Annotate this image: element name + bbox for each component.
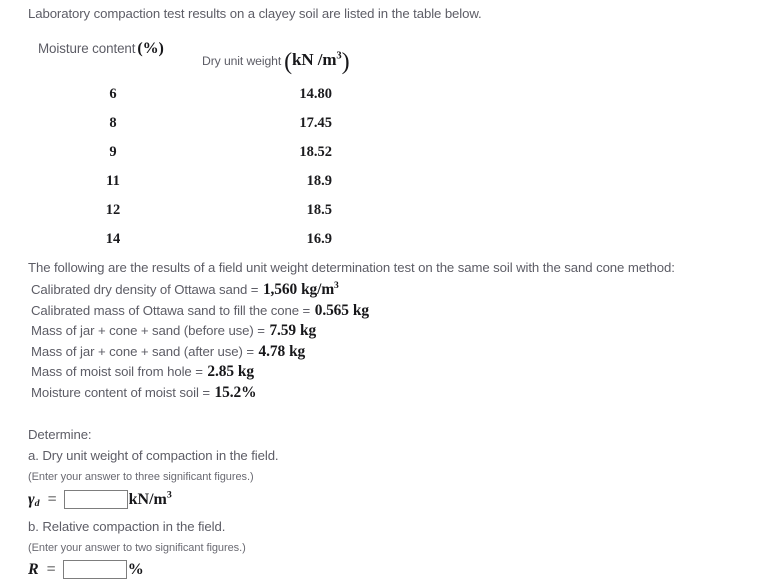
- given-label: Mass of jar + cone + sand (before use) =: [31, 323, 265, 338]
- gamma-d-symbol: γd: [28, 491, 40, 509]
- given-value-unit-exponent: 3: [334, 279, 339, 291]
- gamma-glyph: γ: [28, 490, 35, 508]
- given-label: Mass of moist soil from hole =: [31, 364, 203, 379]
- part-b-hint: (Enter your answer to two significant fi…: [28, 542, 246, 554]
- column-header-moisture-content: Moisture content (%): [38, 40, 164, 58]
- determine-label: Determine:: [28, 427, 92, 442]
- given-value-unit: kg: [289, 342, 306, 360]
- cell-dry-unit-weight: 16.9: [306, 231, 332, 247]
- given-value-unit: kg: [237, 363, 254, 380]
- paren-open: (: [284, 49, 293, 75]
- cell-moisture-content: 11: [106, 173, 120, 189]
- paren-close: ): [341, 49, 350, 75]
- table-row: 14 16.9: [0, 231, 420, 260]
- given-value: 7.59 kg: [269, 322, 316, 339]
- table-row: 6 14.80: [0, 86, 420, 115]
- given-value-number: 4.78: [258, 342, 286, 360]
- given-label: Calibrated mass of Ottawa sand to fill t…: [31, 302, 311, 318]
- given-value: 1,560 kg/m3: [263, 281, 339, 298]
- given-label: Moisture content of moist soil =: [31, 384, 210, 400]
- moisture-header-unit: (%): [137, 40, 164, 57]
- equals-sign-a: =: [47, 490, 57, 508]
- relative-compaction-answer-input[interactable]: [62, 560, 127, 579]
- part-a-question: a. Dry unit weight of compaction in the …: [28, 448, 279, 463]
- equals-sign-b: =: [46, 560, 56, 578]
- unit-percent: %: [127, 560, 144, 578]
- cell-moisture-content: 8: [109, 115, 117, 131]
- unit-a-text: kN/m: [128, 490, 167, 508]
- given-value-number: 15.2%: [214, 383, 257, 401]
- dry-header-label: Dry unit weight: [202, 54, 282, 69]
- given-value: 0.565 kg: [315, 302, 369, 319]
- cell-dry-unit-weight: 18.52: [299, 144, 332, 160]
- intro-sentence: Laboratory compaction test results on a …: [28, 6, 482, 21]
- question-page: Laboratory compaction test results on a …: [0, 0, 784, 587]
- unit-kn-per-m3: kN/m3: [128, 489, 172, 509]
- column-header-dry-unit-weight: Dry unit weight (kN /m3): [202, 49, 350, 76]
- cell-dry-unit-weight: 14.80: [299, 86, 332, 102]
- table-row: 11 18.9: [0, 173, 420, 202]
- unit-a-exponent: 3: [166, 489, 172, 501]
- cell-moisture-content: 9: [109, 144, 117, 160]
- field-test-intro: The following are the results of a field…: [28, 260, 675, 275]
- given-data-line: Moisture content of moist soil = 15.2%: [0, 384, 369, 405]
- given-value-unit: kg: [352, 301, 369, 319]
- table-row: 12 18.5: [0, 202, 420, 231]
- part-a-hint: (Enter your answer to three significant …: [28, 471, 254, 483]
- cell-dry-unit-weight: 18.9: [306, 173, 332, 189]
- cell-dry-unit-weight: 18.5: [306, 202, 332, 218]
- dry-unit-weight-answer-input[interactable]: [63, 490, 128, 509]
- gamma-subscript: d: [34, 497, 40, 509]
- answer-row-a: γd = kN/m3: [28, 490, 172, 509]
- part-b-question: b. Relative compaction in the field.: [28, 519, 226, 534]
- moisture-header-label: Moisture content: [38, 41, 136, 56]
- given-value: 4.78 kg: [259, 343, 306, 360]
- given-value: 15.2%: [215, 384, 261, 401]
- cell-moisture-content: 14: [105, 231, 121, 247]
- answer-row-b: R = %: [28, 560, 144, 579]
- compaction-results-table: Moisture content (%) Dry unit weight (kN /…: [0, 38, 420, 247]
- given-data-line: Mass of jar + cone + sand (before use) =…: [0, 322, 369, 343]
- table-row: 9 18.52: [0, 144, 420, 173]
- cell-moisture-content: 6: [109, 86, 117, 102]
- given-value: 2.85 kg: [207, 363, 254, 380]
- given-data-line: Mass of moist soil from hole = 2.85 kg: [0, 363, 369, 384]
- given-value-number: 0.565: [314, 301, 349, 319]
- given-value-unit: kg/m: [301, 281, 335, 298]
- table-body: 6 14.80 8 17.45 9 18.52 11 18.9 12 18.5 14 16.9: [0, 86, 420, 260]
- table-row: 8 17.45: [0, 115, 420, 144]
- given-value-unit: kg: [300, 322, 317, 339]
- table-header-row: Moisture content (%) Dry unit weight (kN /…: [0, 38, 420, 75]
- r-symbol: R: [28, 560, 39, 578]
- given-value-number: 7.59: [269, 322, 296, 339]
- cell-dry-unit-weight: 17.45: [299, 115, 332, 131]
- given-data-line: Mass of jar + cone + sand (after use) = …: [0, 343, 369, 364]
- given-label: Mass of jar + cone + sand (after use) =: [31, 343, 254, 359]
- cell-moisture-content: 12: [105, 202, 121, 218]
- given-data-line: Calibrated mass of Ottawa sand to fill t…: [0, 302, 369, 323]
- given-label: Calibrated dry density of Ottawa sand =: [31, 282, 259, 297]
- given-data-line: Calibrated dry density of Ottawa sand = …: [0, 281, 369, 302]
- given-value-number: 1,560: [262, 281, 298, 298]
- dry-header-unit: (kN /m3): [284, 49, 349, 75]
- dry-unit-text: kN /m: [292, 50, 337, 70]
- given-value-number: 2.85: [207, 363, 234, 380]
- given-data-list: Calibrated dry density of Ottawa sand = …: [0, 281, 369, 404]
